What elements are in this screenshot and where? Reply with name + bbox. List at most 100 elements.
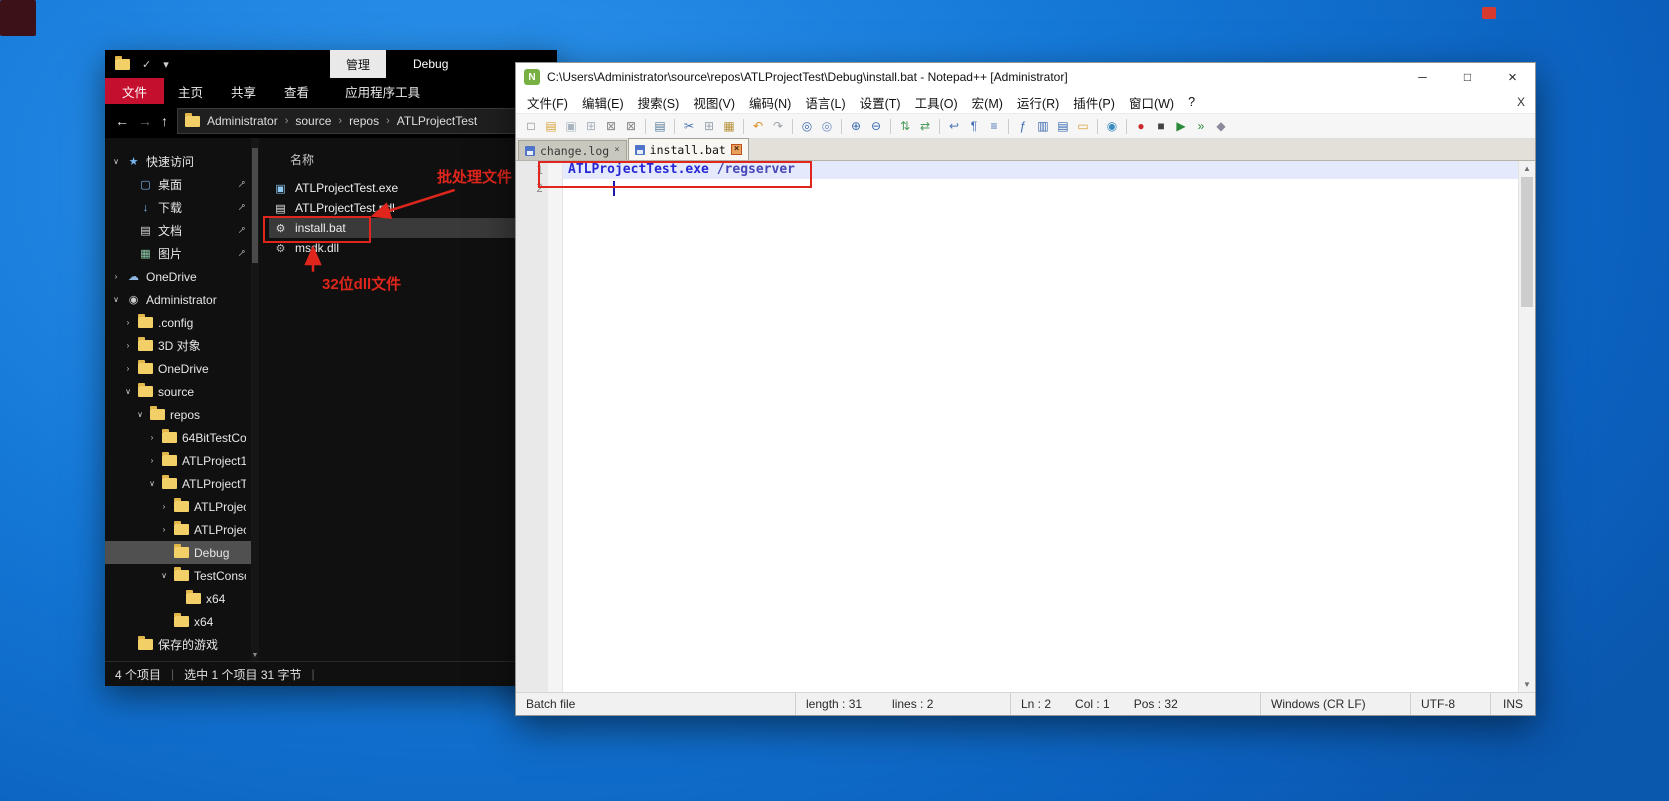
tab-close-icon[interactable]: × [730,144,743,155]
eol-format[interactable]: Windows (CR LF) [1261,693,1411,715]
indent-guide-icon[interactable]: ≡ [985,117,1003,135]
chevron-down-icon[interactable]: ∨ [123,387,133,396]
menu-view[interactable]: 视图(V) [686,91,742,113]
sidebar-item[interactable]: › ATLProject [105,518,251,541]
file-row[interactable]: ⚙ install.bat [269,218,529,238]
sidebar-item[interactable]: ▤ 文档 ⊸ [105,219,251,242]
quick-access-customize-icon[interactable]: ▾ [163,58,169,71]
copy-icon[interactable]: ⊞ [700,117,718,135]
ribbon-file-tab[interactable]: 文件 [105,78,165,104]
zoom-out-icon[interactable]: ⊖ [867,117,885,135]
menu-edit[interactable]: 编辑(E) [575,91,631,113]
show-all-characters-icon[interactable]: ¶ [965,117,983,135]
scroll-down-icon[interactable]: ▼ [251,652,259,659]
chevron-right-icon[interactable]: › [123,364,133,373]
menu-settings[interactable]: 设置(T) [853,91,908,113]
tab-close-icon[interactable]: × [614,146,619,155]
monitoring-icon[interactable]: ◉ [1103,117,1121,135]
insert-mode[interactable]: INS [1491,693,1535,715]
chevron-right-icon[interactable]: › [147,433,157,442]
sidebar-item[interactable]: x64 [105,587,251,610]
menu-macro[interactable]: 宏(M) [965,91,1010,113]
chevron-down-icon[interactable]: ∨ [111,295,121,304]
close-file-icon[interactable]: ⊠ [602,117,620,135]
menu-help[interactable]: ? [1181,91,1202,113]
navigation-scrollbar[interactable]: ▼ [251,138,259,661]
breadcrumb-item[interactable]: Administrator [207,114,278,128]
find-icon[interactable]: ◎ [798,117,816,135]
menu-encoding[interactable]: 编码(N) [742,91,798,113]
sidebar-item[interactable]: › .config [105,311,251,334]
menu-search[interactable]: 搜索(S) [631,91,687,113]
sidebar-item[interactable]: › ATLProject [105,495,251,518]
tab-change.log[interactable]: change.log × [518,140,627,160]
menu-plugins[interactable]: 插件(P) [1066,91,1122,113]
desktop-icon[interactable] [0,0,36,36]
sidebar-item[interactable]: › ATLProject1 [105,449,251,472]
menubar-close-icon[interactable]: X [1517,95,1525,109]
sidebar-item[interactable]: › ☁ OneDrive [105,265,251,288]
new-file-icon[interactable]: □ [522,117,540,135]
sync-horizontal-icon[interactable]: ⇄ [916,117,934,135]
sidebar-item[interactable]: › 64BitTestCo [105,426,251,449]
notepadpp-titlebar[interactable]: N C:\Users\Administrator\source\repos\AT… [516,63,1535,91]
chevron-right-icon[interactable]: › [159,502,169,511]
editor-line[interactable]: ATLProjectTest.exe /regserver [563,161,1518,179]
menu-tools[interactable]: 工具(O) [908,91,965,113]
manage-contextual-tab[interactable]: 管理 [330,50,387,78]
breadcrumb-item[interactable]: repos [349,114,379,128]
scrollbar-thumb[interactable] [252,148,258,263]
macro-play-icon[interactable]: ▶ [1172,117,1190,135]
sidebar-item[interactable]: ▢ 桌面 ⊸ [105,173,251,196]
ribbon-apptools-tab[interactable]: 应用程序工具 [331,78,434,104]
word-wrap-icon[interactable]: ↩ [945,117,963,135]
encoding[interactable]: UTF-8 [1411,693,1491,715]
close-button[interactable]: × [1490,63,1535,91]
up-icon[interactable]: ↑ [161,113,168,129]
forward-icon[interactable]: → [138,113,152,129]
menu-window[interactable]: 窗口(W) [1122,91,1181,113]
sidebar-item[interactable]: 保存的游戏 [105,633,251,656]
back-icon[interactable]: ← [115,113,129,129]
file-row[interactable]: ▤ ATLProjectTest.pdl [269,198,529,218]
sidebar-item[interactable]: ∨ ★ 快速访问 [105,150,251,173]
document-map-icon[interactable]: ▥ [1034,117,1052,135]
scrollbar-thumb[interactable] [1521,177,1533,307]
close-all-icon[interactable]: ⊠ [622,117,640,135]
macro-save-icon[interactable]: ◆ [1212,117,1230,135]
macro-run-icon[interactable]: » [1192,117,1210,135]
macro-record-icon[interactable]: ● [1132,117,1150,135]
function-list-icon[interactable]: ƒ [1014,117,1032,135]
editor-area[interactable]: 12 ATLProjectTest.exe /regserver ▲ ▼ [516,161,1535,692]
sidebar-item[interactable]: Debug [105,541,251,564]
tab-install.bat[interactable]: install.bat × [627,138,750,160]
file-row[interactable]: ▣ ATLProjectTest.exe [269,178,529,198]
name-column-header[interactable]: 名称 [269,148,557,170]
sidebar-item[interactable]: ∨ repos [105,403,251,426]
sidebar-item[interactable]: › OneDrive [105,357,251,380]
ribbon-share-tab[interactable]: 共享 [217,78,270,104]
document-list-icon[interactable]: ▤ [1054,117,1072,135]
sidebar-item[interactable]: ▦ 图片 ⊸ [105,242,251,265]
sidebar-item[interactable]: ∨ TestConso [105,564,251,587]
sidebar-item[interactable]: › 3D 对象 [105,334,251,357]
quick-access-check-icon[interactable]: ✓ [142,58,151,71]
ribbon-home-tab[interactable]: 主页 [164,78,217,104]
open-file-icon[interactable]: ▤ [542,117,560,135]
undo-icon[interactable]: ↶ [749,117,767,135]
vertical-scrollbar[interactable]: ▲ ▼ [1518,161,1535,692]
chevron-right-icon[interactable]: › [123,341,133,350]
macro-stop-icon[interactable]: ■ [1152,117,1170,135]
chevron-down-icon[interactable]: ∨ [159,571,169,580]
sidebar-item[interactable]: ↓ 下载 ⊸ [105,196,251,219]
editor-line[interactable] [563,179,1518,197]
maximize-button[interactable]: □ [1445,63,1490,91]
sidebar-item[interactable]: ∨ ◉ Administrator [105,288,251,311]
chevron-right-icon[interactable]: › [123,318,133,327]
replace-icon[interactable]: ◎ [818,117,836,135]
text-content[interactable]: ATLProjectTest.exe /regserver [563,161,1518,692]
menu-language[interactable]: 语言(L) [798,91,852,113]
chevron-down-icon[interactable]: ∨ [111,157,121,166]
breadcrumb-item[interactable]: ATLProjectTest [397,114,477,128]
breadcrumb[interactable]: Administrator › source › repos › ATLProjectTes… [177,108,547,134]
